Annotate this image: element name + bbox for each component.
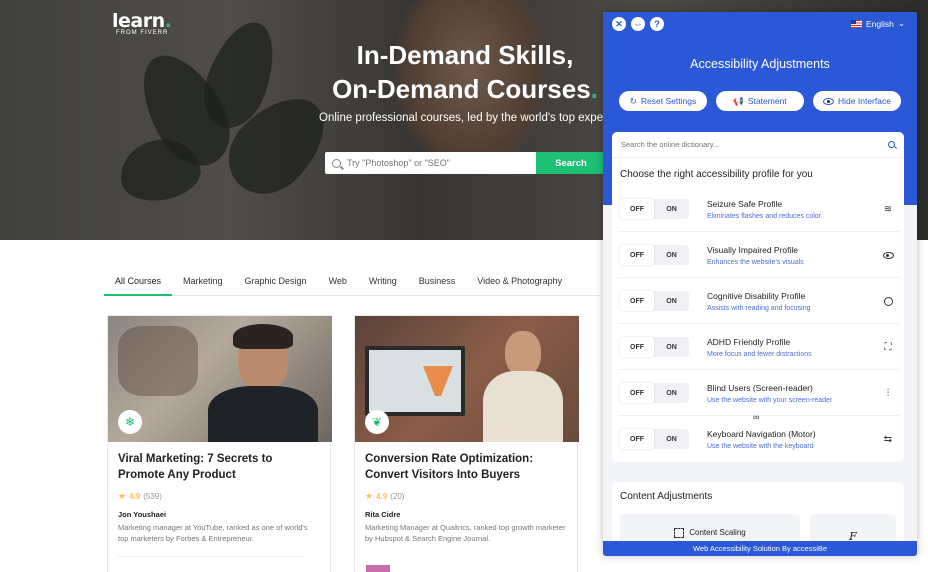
profile-row: OFF ON Cognitive Disability Profile Assis… <box>618 278 900 324</box>
eye-icon <box>882 249 894 261</box>
search-input[interactable] <box>347 158 527 168</box>
profile-row: OFF ON Seizure Safe Profile Eliminates fl… <box>618 186 900 232</box>
learn-logo[interactable]: learn. FROM FIVERR <box>112 10 172 36</box>
course-title[interactable]: Viral Marketing: 7 Secrets to Promote An… <box>118 452 320 483</box>
course-card[interactable]: ❦ Conversion Rate Optimization: Convert … <box>354 315 579 572</box>
profile-row: OFF ON Blind Users (Screen-reader) Use th… <box>618 370 900 416</box>
profile-toggle[interactable]: OFF ON <box>620 337 689 357</box>
profile-row: OFF ON Keyboard Navigation (Motor) Use th… <box>618 416 900 462</box>
panel-title: Accessibility Adjustments <box>690 57 830 71</box>
hero-subtitle: Online professional courses, led by the … <box>319 112 616 124</box>
panel-footer[interactable]: Web Accessibility Solution By accessiBe <box>603 541 917 556</box>
profile-row: OFF ON Visually Impaired Profile Enhances… <box>618 232 900 278</box>
star-icon: ★ <box>365 491 374 501</box>
course-thumbnail[interactable]: ❦ <box>355 316 579 442</box>
course-tag <box>366 565 390 572</box>
profile-description: Use the website with your screen-reader <box>707 397 833 404</box>
accessibility-panel: ✕ ⇔ ? English ⌄ Accessibility Adjustment… <box>603 12 917 556</box>
course-author: Rita Cidre <box>365 510 401 519</box>
profiles-heading: Choose the right accessibility profile f… <box>620 169 813 180</box>
tab-video-photography[interactable]: Video & Photography <box>466 270 573 296</box>
focus-icon: ⛶ <box>884 341 892 353</box>
help-icon[interactable]: ? <box>650 17 664 31</box>
profile-toggle[interactable]: OFF ON <box>620 383 689 403</box>
panel-actions: ↻ Reset Settings 📢 Statement Hide Interfac… <box>619 91 901 111</box>
search-icon <box>332 158 341 168</box>
profile-toggle[interactable]: OFF ON <box>620 199 689 219</box>
megaphone-icon: 📢 <box>733 95 744 106</box>
arrows-icon: ⇆ <box>883 433 893 445</box>
category-tabs: All Courses Marketing Graphic Design Web… <box>104 270 600 296</box>
profile-description: Use the website with the keyboard <box>707 443 814 450</box>
profile-description: Assists with reading and focusing <box>707 305 811 312</box>
course-rating: ★ 4.9 (20) <box>365 491 405 501</box>
profile-name: Visually Impaired Profile <box>707 245 799 255</box>
panel-top-controls: ✕ ⇔ ? <box>612 17 664 31</box>
search-button[interactable]: Search <box>536 152 606 174</box>
course-description: Marketing manager at YouTube, ranked as … <box>118 523 308 543</box>
course-thumbnail[interactable]: ❄ <box>108 316 332 442</box>
reset-settings-button[interactable]: ↻ Reset Settings <box>619 91 707 111</box>
profile-description: More focus and fewer distractions <box>707 351 812 358</box>
dictionary-input[interactable] <box>621 140 888 149</box>
tab-web[interactable]: Web <box>318 270 358 296</box>
course-description: Marketing Manager at Qualtrics, ranked t… <box>365 523 566 543</box>
profile-row: OFF ON ADHD Friendly Profile More focus a… <box>618 324 900 370</box>
profile-name: ADHD Friendly Profile <box>707 337 791 347</box>
profile-description: Enhances the website's visuals <box>707 259 804 266</box>
profile-toggle[interactable]: OFF ON <box>620 291 689 311</box>
profile-toggle[interactable]: OFF ON <box>620 245 689 265</box>
profile-name: Keyboard Navigation (Motor) <box>707 429 816 439</box>
snowflake-icon: ❄ <box>118 410 142 434</box>
leaf-icon: ❦ <box>365 410 389 434</box>
content-adjustments-heading: Content Adjustments <box>620 491 713 502</box>
hero-title: In-Demand Skills, On-Demand Courses. <box>332 40 598 104</box>
tab-all-courses[interactable]: All Courses <box>104 270 173 296</box>
course-rating: ★ 4.9 (539) <box>118 491 162 501</box>
eye-icon <box>823 97 835 105</box>
course-search[interactable] <box>325 152 536 174</box>
profile-name: Blind Users (Screen-reader) <box>707 383 813 393</box>
tab-marketing[interactable]: Marketing <box>172 270 234 296</box>
course-card[interactable]: ❄ Viral Marketing: 7 Secrets to Promote … <box>107 315 332 572</box>
link-icon: ∞ <box>753 412 760 422</box>
tab-writing[interactable]: Writing <box>358 270 408 296</box>
statement-button[interactable]: 📢 Statement <box>716 91 804 111</box>
circle-icon <box>882 295 894 307</box>
move-icon[interactable]: ⇔ <box>631 17 645 31</box>
language-selector[interactable]: English ⌄ <box>850 18 905 29</box>
profile-name: Cognitive Disability Profile <box>707 291 806 301</box>
course-author: Jon Youshaei <box>118 510 167 519</box>
search-icon[interactable] <box>888 141 895 148</box>
dictionary-search[interactable] <box>612 132 904 158</box>
us-flag-icon <box>850 19 862 28</box>
hide-interface-button[interactable]: Hide Interface <box>813 91 901 111</box>
divider <box>118 556 305 557</box>
chevron-down-icon: ⌄ <box>897 18 905 28</box>
tab-graphic-design[interactable]: Graphic Design <box>234 270 318 296</box>
scaling-icon <box>674 528 685 538</box>
profile-name: Seizure Safe Profile <box>707 199 783 209</box>
profile-toggle[interactable]: OFF ON <box>620 429 689 449</box>
star-icon: ★ <box>118 491 127 501</box>
profile-description: Eliminates flashes and reduces color <box>707 213 822 220</box>
bolt-icon: ≋ <box>883 203 893 215</box>
audio-wave-icon: ⫶ <box>886 387 890 399</box>
tab-business[interactable]: Business <box>408 270 467 296</box>
close-icon[interactable]: ✕ <box>612 17 626 31</box>
refresh-icon: ↻ <box>629 95 637 106</box>
course-title[interactable]: Conversion Rate Optimization: Convert Vi… <box>365 452 567 483</box>
